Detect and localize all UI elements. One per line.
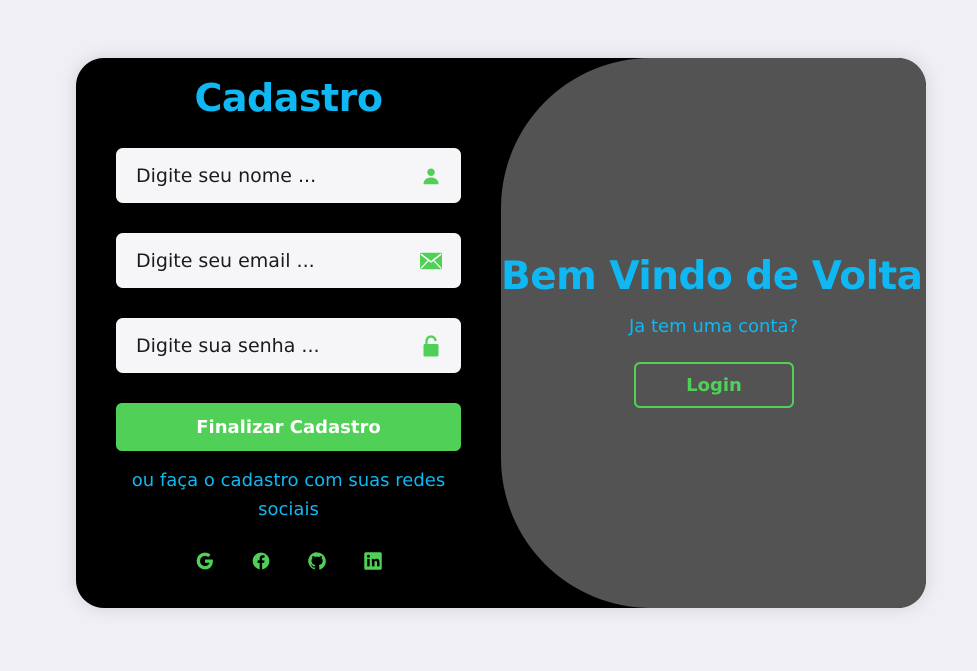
name-field[interactable] [116, 148, 461, 203]
lock-icon [419, 334, 443, 358]
user-icon [419, 164, 443, 188]
social-icons [116, 550, 461, 576]
signup-card: Cadastro Finalizar Cadastro ou faça o ca… [76, 58, 926, 608]
name-input[interactable] [116, 148, 461, 203]
facebook-icon[interactable] [250, 550, 272, 572]
welcome-subtitle: Ja tem uma conta? [628, 316, 799, 337]
google-icon[interactable] [194, 550, 216, 572]
social-signup-text: ou faça o cadastro com suas redes sociai… [131, 470, 446, 520]
finalize-signup-button[interactable]: Finalizar Cadastro [116, 403, 461, 451]
signup-title: Cadastro [194, 76, 383, 120]
linkedin-icon[interactable] [362, 550, 384, 572]
password-input[interactable] [116, 318, 461, 373]
email-field[interactable] [116, 233, 461, 288]
login-button[interactable]: Login [634, 362, 794, 408]
github-icon[interactable] [306, 550, 328, 572]
welcome-title: Bem Vindo de Volta! [501, 254, 926, 299]
password-field[interactable] [116, 318, 461, 373]
envelope-icon [419, 249, 443, 273]
email-input[interactable] [116, 233, 461, 288]
